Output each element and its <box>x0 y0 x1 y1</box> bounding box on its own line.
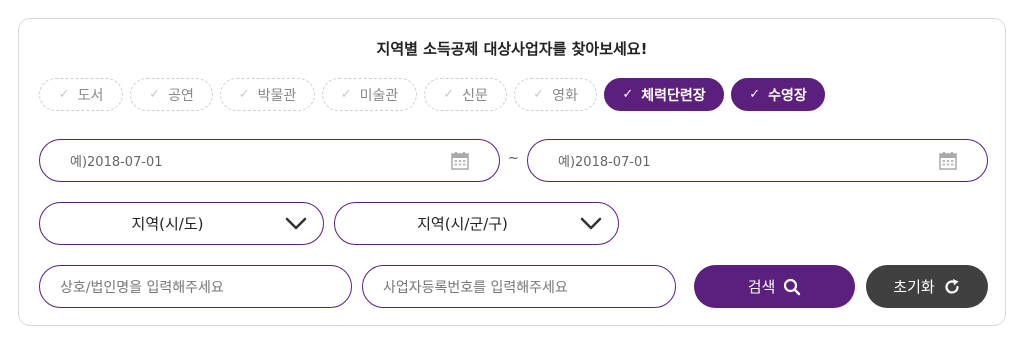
calendar-icon[interactable] <box>937 150 959 172</box>
end-date-placeholder: 예)2018-07-01 <box>558 155 651 170</box>
category-chip-performance[interactable]: ✓ 공연 <box>130 78 213 111</box>
province-select-label: 지역(시/도) <box>131 215 204 233</box>
category-chip-group: ✓ 도서 ✓ 공연 ✓ 박물관 ✓ 미술관 ✓ 신문 ✓ 영화 ✓ 체력단련장 … <box>39 78 825 111</box>
category-chip-label: 수영장 <box>768 87 807 104</box>
district-select[interactable]: 지역(시/군/구) <box>334 202 619 245</box>
district-select-label: 지역(시/군/구) <box>417 215 508 233</box>
refresh-icon <box>945 278 959 294</box>
check-icon: ✓ <box>340 87 352 102</box>
check-icon: ✓ <box>533 87 545 102</box>
chevron-down-icon <box>285 217 307 229</box>
category-chip-label: 영화 <box>552 87 578 104</box>
business-number-input[interactable]: 사업자등록번호를 입력해주세요 <box>362 265 676 308</box>
category-chip-newspaper[interactable]: ✓ 신문 <box>424 78 507 111</box>
page-title: 지역별 소득공제 대상사업자를 찾아보세요! <box>376 40 648 58</box>
category-chip-movie[interactable]: ✓ 영화 <box>514 78 597 111</box>
category-chip-label: 도서 <box>77 87 104 104</box>
business-name-input[interactable]: 상호/법인명을 입력해주세요 <box>39 265 352 308</box>
category-chip-books[interactable]: ✓ 도서 <box>39 78 123 111</box>
category-chip-label: 미술관 <box>359 87 399 104</box>
check-icon: ✓ <box>58 87 70 102</box>
start-date-placeholder: 예)2018-07-01 <box>70 155 163 170</box>
check-icon: ✓ <box>622 87 634 102</box>
reset-button-label: 초기화 <box>893 278 935 296</box>
category-chip-museum[interactable]: ✓ 박물관 <box>220 78 315 111</box>
category-chip-label: 공연 <box>168 87 194 104</box>
check-icon: ✓ <box>749 87 761 102</box>
search-button[interactable]: 검색 <box>694 265 855 308</box>
category-chip-label: 체력단련장 <box>641 87 706 104</box>
calendar-icon[interactable] <box>449 150 471 172</box>
end-date-input[interactable]: 예)2018-07-01 <box>527 139 988 182</box>
check-icon: ✓ <box>238 87 250 102</box>
category-chip-label: 신문 <box>462 87 488 104</box>
province-select[interactable]: 지역(시/도) <box>39 202 324 245</box>
search-button-label: 검색 <box>747 278 776 296</box>
category-chip-art-gallery[interactable]: ✓ 미술관 <box>322 78 417 111</box>
category-chip-label: 박물관 <box>257 87 297 104</box>
category-chip-fitness-center[interactable]: ✓ 체력단련장 <box>604 78 724 111</box>
check-icon: ✓ <box>149 87 161 102</box>
check-icon: ✓ <box>443 87 455 102</box>
start-date-input[interactable]: 예)2018-07-01 <box>39 139 500 182</box>
category-chip-swimming-pool[interactable]: ✓ 수영장 <box>731 78 825 111</box>
business-number-placeholder: 사업자등록번호를 입력해주세요 <box>383 279 568 296</box>
search-icon <box>784 278 801 295</box>
reset-button[interactable]: 초기화 <box>866 265 988 308</box>
chevron-down-icon <box>580 217 602 229</box>
date-range-separator: ~ <box>508 151 519 166</box>
business-name-placeholder: 상호/법인명을 입력해주세요 <box>60 279 224 296</box>
